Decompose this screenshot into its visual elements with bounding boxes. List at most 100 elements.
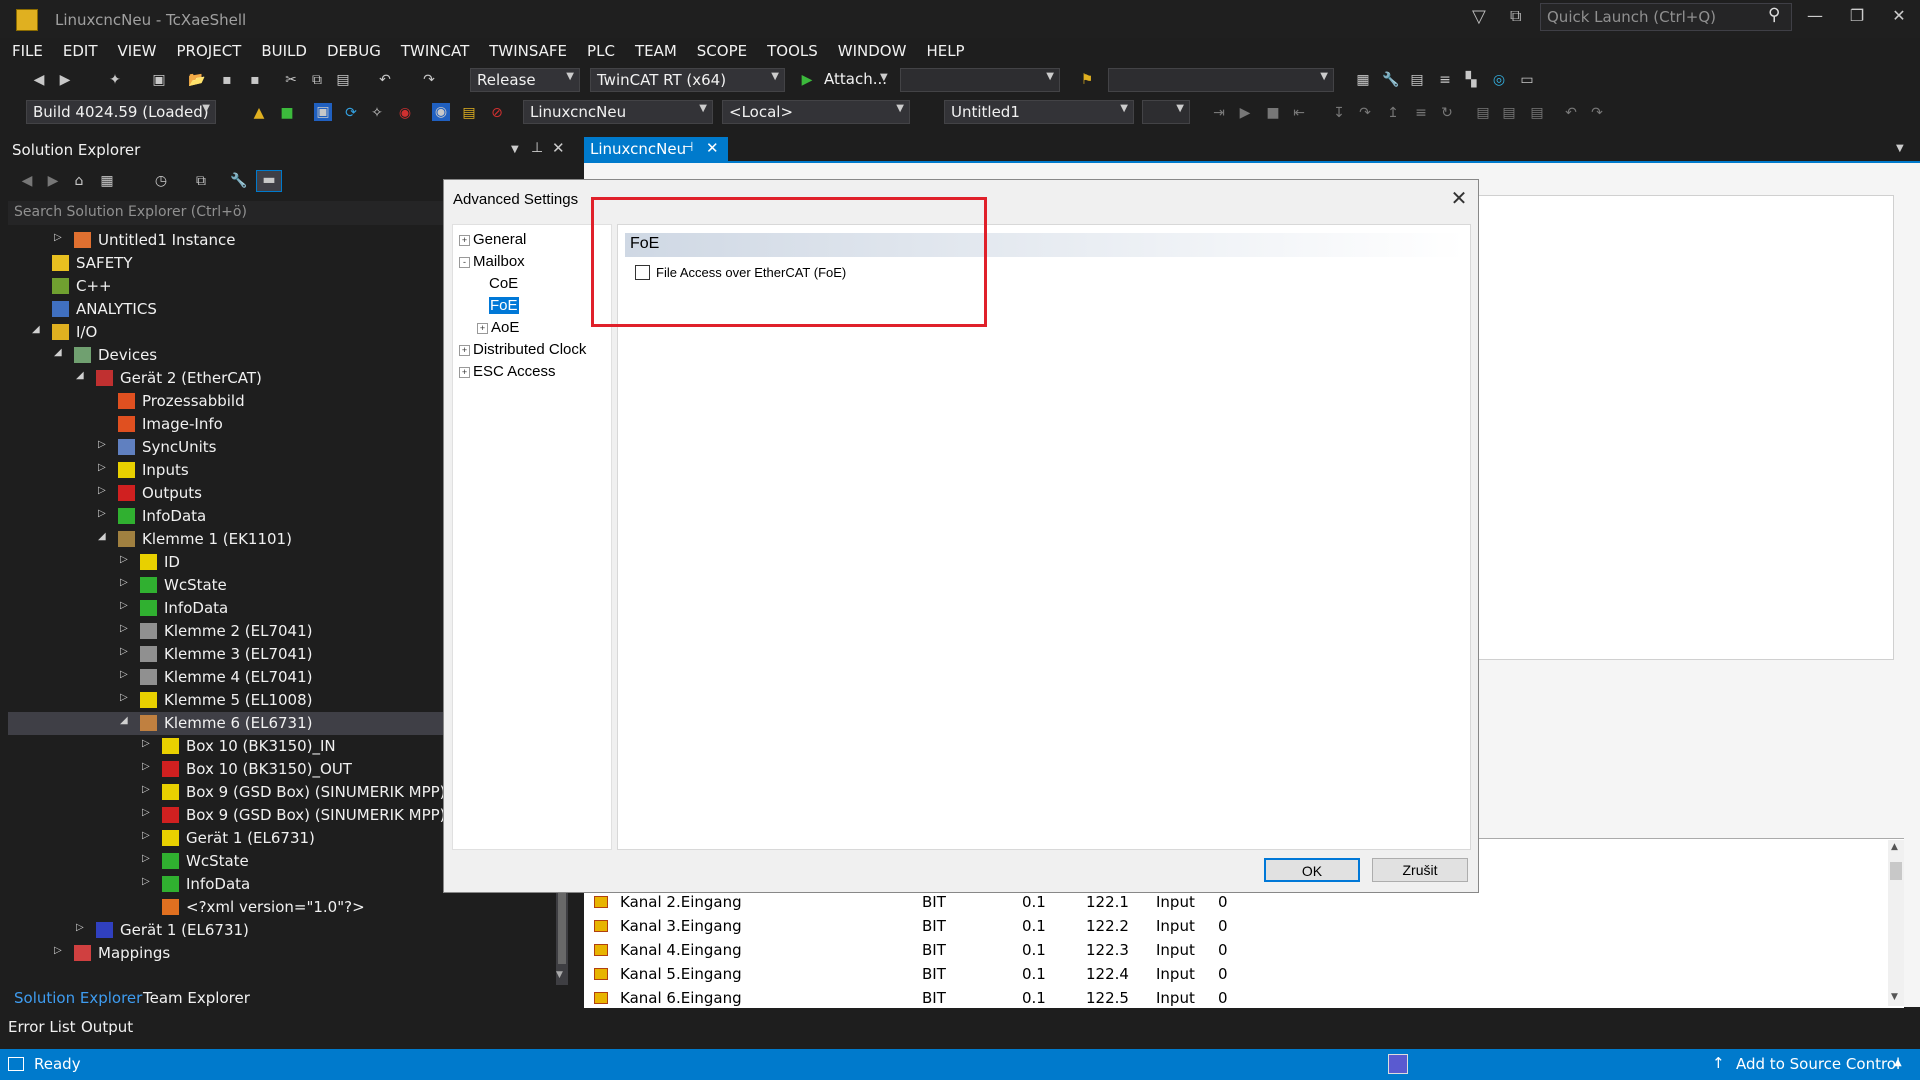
menu-help[interactable]: HELP <box>914 38 972 64</box>
config-icon[interactable]: ▤ <box>1408 71 1426 89</box>
show-online-icon[interactable]: ◉ <box>432 103 450 121</box>
settings-tree-item[interactable]: CoE <box>477 275 518 292</box>
plc-icon-3[interactable]: ▤ <box>1528 104 1546 122</box>
project-combo[interactable]: LinuxcncNeu ▼ <box>523 100 713 124</box>
search-icon[interactable]: ⚲ <box>1768 5 1780 25</box>
menu-edit[interactable]: EDIT <box>51 38 106 64</box>
tab-output[interactable]: Output <box>81 1018 133 1036</box>
cut-icon[interactable]: ✂ <box>282 71 300 89</box>
pin-icon[interactable]: ⊥ <box>531 140 543 156</box>
back-icon[interactable]: ◀ <box>18 172 36 190</box>
close-icon[interactable]: ✕ <box>1448 186 1470 210</box>
settings-tree-item[interactable]: + General <box>459 231 526 248</box>
play-icon[interactable]: ▶ <box>798 71 816 89</box>
menu-plc[interactable]: PLC <box>575 38 623 64</box>
expand-icon[interactable]: + <box>459 367 470 378</box>
reload-icon[interactable]: ⟳ <box>342 104 360 122</box>
cancel-button[interactable]: Zrušit <box>1372 858 1468 882</box>
upload-icon[interactable]: ↑ <box>1712 1054 1725 1072</box>
redo-icon[interactable]: ↷ <box>420 71 438 89</box>
plc-icon-2[interactable]: ▤ <box>1500 104 1518 122</box>
platform-combo[interactable]: TwinCAT RT (x64) ▼ <box>590 68 785 92</box>
expand-icon[interactable]: + <box>477 323 488 334</box>
settings-tree-item[interactable]: + Distributed Clock <box>459 341 586 358</box>
wrench-icon[interactable]: 🔧 <box>1382 71 1400 89</box>
scrollbar-thumb[interactable] <box>558 892 566 964</box>
collapsed-arrow-icon[interactable]: ▷ <box>142 738 150 749</box>
menu-twinsafe[interactable]: TWINSAFE <box>477 38 575 64</box>
copy-icon[interactable]: ⧉ <box>308 71 326 89</box>
sort-icon[interactable]: ▤ <box>460 104 478 122</box>
collapsed-arrow-icon[interactable]: ▷ <box>142 761 150 772</box>
menu-view[interactable]: VIEW <box>106 38 165 64</box>
menu-file[interactable]: FILE <box>0 38 51 64</box>
collapsed-arrow-icon[interactable]: ▷ <box>142 830 150 841</box>
quick-launch-input[interactable]: Quick Launch (Ctrl+Q) <box>1540 3 1792 31</box>
close-icon[interactable]: ✕ <box>706 139 719 157</box>
scroll-down-icon[interactable]: ▼ <box>556 970 563 980</box>
settings-tree-item[interactable]: - Mailbox <box>459 253 525 270</box>
add-item-icon[interactable]: ▣ <box>150 71 168 89</box>
attach-button[interactable]: Attach... <box>824 70 887 88</box>
new-project-icon[interactable]: ✦ <box>106 71 124 89</box>
collapsed-arrow-icon[interactable]: ▷ <box>120 623 128 634</box>
scan-icon[interactable]: ✧ <box>368 104 386 122</box>
collapsed-arrow-icon[interactable]: ▷ <box>120 669 128 680</box>
pin-icon[interactable]: ⊣ <box>682 140 693 155</box>
tree-item[interactable]: ▷ Gerät 1 (EL6731) <box>8 919 558 942</box>
disable-icon[interactable]: ⊘ <box>488 104 506 122</box>
tab-team-explorer[interactable]: Team Explorer <box>143 989 250 1007</box>
menu-project[interactable]: PROJECT <box>165 38 250 64</box>
step-into-icon[interactable]: ↧ <box>1330 104 1348 122</box>
tab-error-list[interactable]: Error List <box>8 1018 76 1036</box>
modules-icon[interactable]: ▚ <box>1462 71 1480 89</box>
menu-window[interactable]: WINDOW <box>826 38 915 64</box>
collapsed-arrow-icon[interactable]: ▷ <box>54 945 62 956</box>
minimize-icon[interactable]: — <box>1800 6 1830 30</box>
activate-config-icon[interactable]: ▲ <box>250 104 268 122</box>
expanded-arrow-icon[interactable]: ◢ <box>76 370 84 381</box>
add-to-source-control[interactable]: Add to Source Control <box>1736 1055 1900 1073</box>
collapsed-arrow-icon[interactable]: ▷ <box>98 462 106 473</box>
start-icon[interactable]: ▶ <box>1236 104 1254 122</box>
chevron-down-icon[interactable]: ▼ <box>511 144 519 155</box>
toggle-free-run-icon[interactable]: ◉ <box>396 104 414 122</box>
collapsed-arrow-icon[interactable]: ▷ <box>142 784 150 795</box>
attach-target-combo[interactable]: ▼ <box>900 68 1060 92</box>
collapsed-arrow-icon[interactable]: ▷ <box>120 692 128 703</box>
menu-debug[interactable]: DEBUG <box>315 38 389 64</box>
scroll-up-icon[interactable]: ▲ <box>1891 842 1898 852</box>
forward-icon[interactable]: ▶ <box>44 172 62 190</box>
chevron-down-icon[interactable]: ▼ <box>1896 143 1904 154</box>
collapse-icon[interactable]: - <box>459 257 470 268</box>
collapsed-arrow-icon[interactable]: ▷ <box>120 600 128 611</box>
table-row[interactable]: Kanal 5.Eingang BIT 0.1 122.4 Input 0 <box>590 963 1790 987</box>
task-combo[interactable]: ▼ <box>1142 100 1190 124</box>
login-icon[interactable]: ⇥ <box>1210 104 1228 122</box>
close-icon[interactable]: ✕ <box>1884 6 1914 30</box>
twincat-status-icon[interactable] <box>1388 1054 1408 1074</box>
target-combo[interactable]: <Local> ▼ <box>722 100 910 124</box>
expand-icon[interactable]: + <box>459 345 470 356</box>
tab-solution-explorer[interactable]: Solution Explorer <box>14 989 142 1007</box>
back-icon[interactable]: ◀ <box>30 71 48 89</box>
scope-icon[interactable]: ▦ <box>1354 71 1372 89</box>
collapsed-arrow-icon[interactable]: ▷ <box>142 807 150 818</box>
menu-twincat[interactable]: TWINCAT <box>389 38 477 64</box>
plc-project-combo[interactable]: Untitled1 ▼ <box>944 100 1134 124</box>
properties-icon[interactable]: 🔧 <box>230 172 248 190</box>
open-folder-icon[interactable]: 📂 <box>188 71 206 89</box>
ok-button[interactable]: OK <box>1264 858 1360 882</box>
collapsed-arrow-icon[interactable]: ▷ <box>120 577 128 588</box>
close-icon[interactable]: ✕ <box>552 139 565 157</box>
collapsed-arrow-icon[interactable]: ▷ <box>120 646 128 657</box>
table-row[interactable]: Kanal 3.Eingang BIT 0.1 122.2 Input 0 <box>590 915 1790 939</box>
step-over-icon[interactable]: ↷ <box>1356 104 1374 122</box>
settings-tree-item[interactable]: FoE <box>477 297 519 314</box>
switch-views-icon[interactable]: ▦ <box>98 172 116 190</box>
twincat-icon[interactable]: ⚑ <box>1078 71 1096 89</box>
layers-icon[interactable]: ≡ <box>1436 71 1454 89</box>
config-mode-icon[interactable]: ▣ <box>314 103 332 121</box>
collapsed-arrow-icon[interactable]: ▷ <box>98 508 106 519</box>
menu-scope[interactable]: SCOPE <box>685 38 755 64</box>
